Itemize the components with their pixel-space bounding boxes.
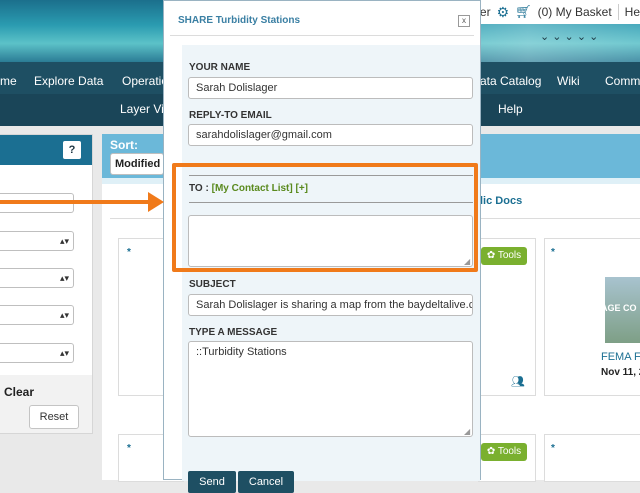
- help-link[interactable]: He: [625, 5, 640, 19]
- basket-link[interactable]: (0) My Basket: [538, 5, 612, 19]
- reply-to-email-field[interactable]: sarahdolislager@gmail.com: [188, 124, 473, 146]
- map-card[interactable]: ✿ Tools: [478, 434, 536, 482]
- your-name-label: YOUR NAME: [189, 62, 251, 73]
- star-icon[interactable]: *: [127, 247, 131, 258]
- nav-data-catalog[interactable]: ata Catalog: [480, 74, 541, 88]
- your-name-field[interactable]: Sarah Dolislager: [188, 77, 473, 99]
- modal-titlebar: SHARE Turbidity Stations x: [170, 7, 474, 36]
- card-date: Nov 11, 20: [601, 367, 640, 378]
- filter-panel: ? ▴▾ ▴▾ ▴▾ ▴▾ Clear Reset: [0, 134, 93, 434]
- nav-operations[interactable]: Operatio: [122, 74, 168, 88]
- filter-select-2[interactable]: ▴▾: [0, 268, 74, 288]
- map-card[interactable]: ✿ Tools 👥︎: [478, 238, 536, 396]
- filter-select-1[interactable]: ▴▾: [0, 231, 74, 251]
- close-icon[interactable]: x: [458, 15, 470, 27]
- thumbnail-caption: AGE CO: [601, 303, 637, 313]
- cancel-button[interactable]: Cancel: [238, 471, 294, 493]
- users-icon: 👥︎: [511, 376, 525, 388]
- highlight-box: [172, 163, 478, 272]
- modal-title: SHARE Turbidity Stations: [178, 15, 301, 26]
- resize-handle[interactable]: ◢: [464, 427, 470, 436]
- map-card[interactable]: *: [544, 434, 640, 482]
- map-card[interactable]: * AGE CO FEMA FI Nov 11, 20: [544, 238, 640, 396]
- send-button[interactable]: Send: [188, 471, 236, 493]
- reset-button[interactable]: Reset: [29, 405, 79, 429]
- public-docs-tab[interactable]: lic Docs: [480, 195, 522, 207]
- gear-icon[interactable]: ⚙: [497, 4, 510, 21]
- tools-button[interactable]: ✿ Tools: [481, 247, 527, 265]
- filter-panel-header: ?: [0, 135, 92, 165]
- card-title[interactable]: FEMA FI: [601, 351, 640, 363]
- nav-wiki[interactable]: Wiki: [557, 74, 580, 88]
- subject-label: SUBJECT: [189, 279, 236, 290]
- filter-select-4[interactable]: ▴▾: [0, 343, 74, 363]
- subject-field[interactable]: Sarah Dolislager is sharing a map from t…: [188, 294, 473, 316]
- birds-decoration: ⌄ ⌄ ⌄ ⌄ ⌄: [540, 31, 599, 43]
- message-label: TYPE A MESSAGE: [189, 327, 278, 338]
- sort-select[interactable]: Modified: [110, 153, 164, 175]
- star-icon[interactable]: *: [551, 443, 555, 454]
- tools-button[interactable]: ✿ Tools: [481, 443, 527, 461]
- reply-to-label: REPLY-TO EMAIL: [189, 110, 272, 121]
- map-thumbnail[interactable]: AGE CO: [601, 277, 640, 343]
- nav-community[interactable]: Commu: [605, 74, 640, 88]
- clear-link[interactable]: Clear: [4, 385, 34, 399]
- nav-explore-data[interactable]: Explore Data: [34, 74, 103, 88]
- star-icon[interactable]: *: [551, 247, 555, 258]
- message-field[interactable]: ::Turbidity Stations: [188, 341, 473, 437]
- cart-icon[interactable]: 🛒︎: [515, 4, 532, 20]
- filter-select-3[interactable]: ▴▾: [0, 305, 74, 325]
- top-links: ger ⚙ 🛒︎ (0) My Basket He: [463, 0, 640, 24]
- star-icon[interactable]: *: [127, 443, 131, 454]
- nav-home[interactable]: me: [0, 74, 17, 88]
- sort-label: Sort:: [110, 138, 138, 152]
- help-button[interactable]: ?: [63, 141, 81, 159]
- nav-help[interactable]: Help: [498, 102, 523, 116]
- arrow-right-icon: [148, 192, 164, 212]
- divider: [617, 4, 619, 20]
- annotation-arrow-shaft: [0, 200, 150, 204]
